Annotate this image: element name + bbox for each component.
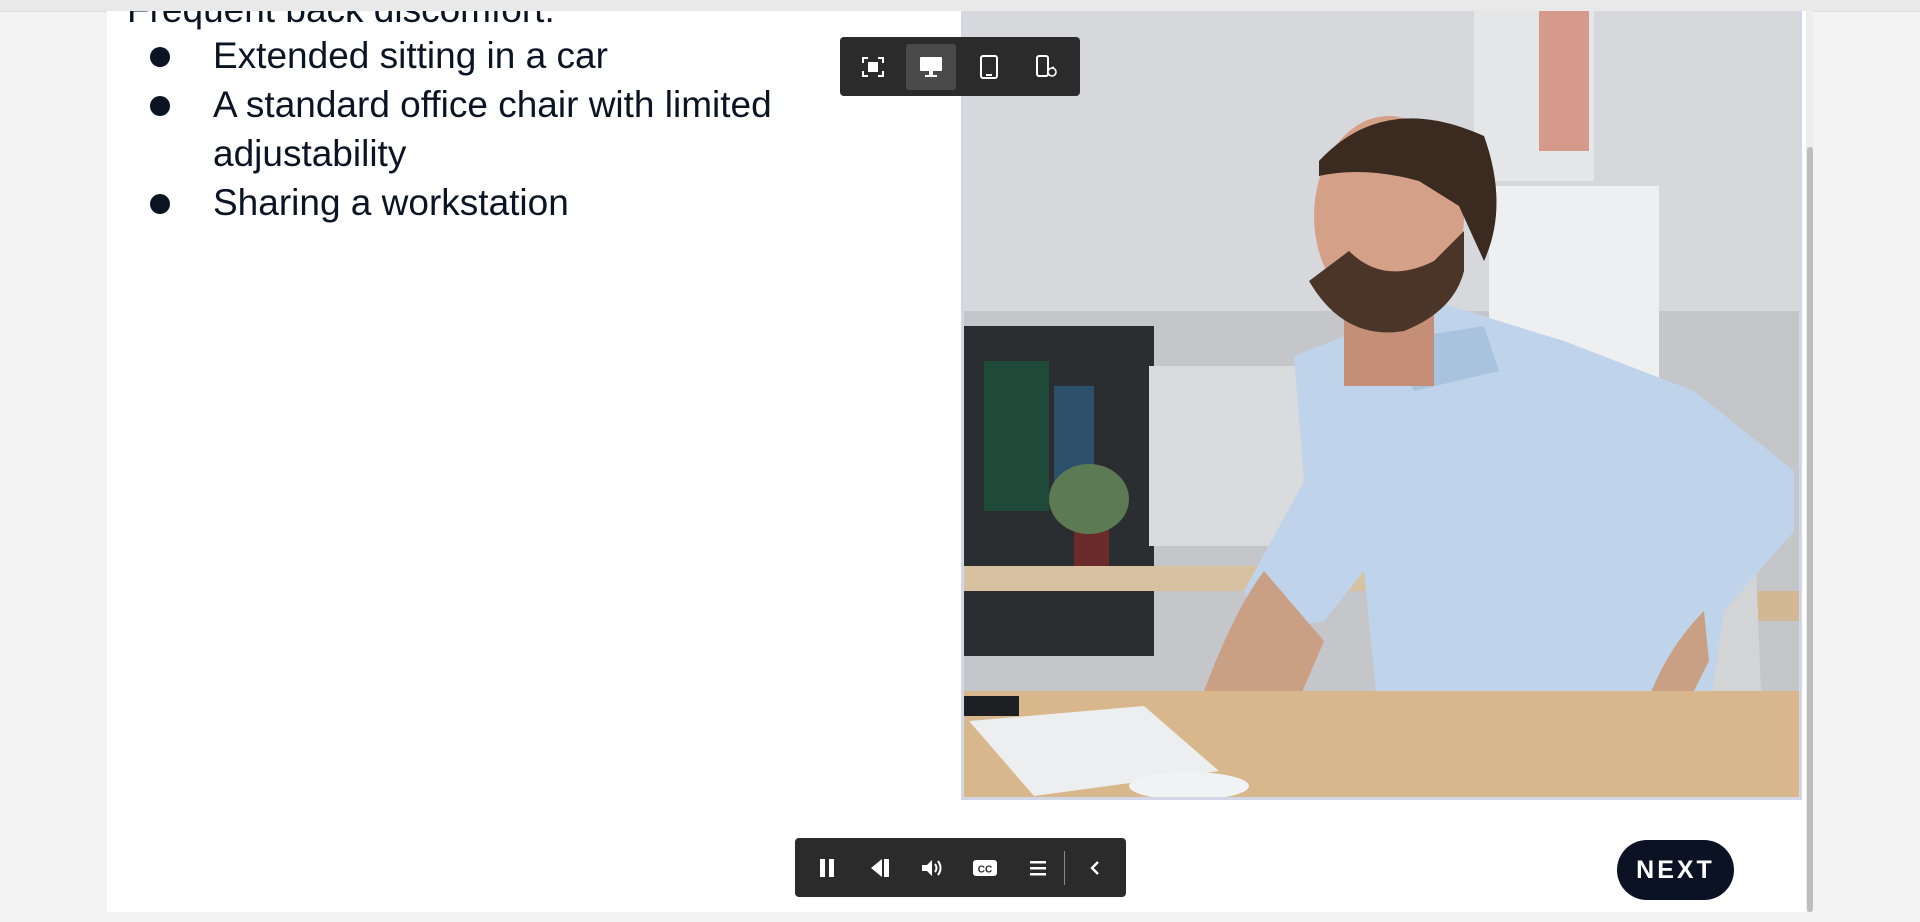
office-back-pain-photo xyxy=(961,11,1802,800)
next-button[interactable]: NEXT xyxy=(1617,840,1734,900)
desktop-view-button[interactable] xyxy=(906,43,956,90)
slide-canvas: Frequent back discomfort: Extended sitti… xyxy=(107,11,1806,912)
collapse-chevron-icon xyxy=(1090,860,1099,875)
fit-screen-button[interactable] xyxy=(848,44,898,90)
volume-button[interactable] xyxy=(910,845,954,891)
replay-button[interactable] xyxy=(858,845,902,891)
bullet-item: A standard office chair with limited adj… xyxy=(147,80,927,178)
mobile-rotate-view-button[interactable] xyxy=(1022,44,1072,90)
mobile-rotate-icon xyxy=(1036,54,1057,77)
replay-icon xyxy=(870,858,889,877)
controls-divider xyxy=(1064,850,1066,885)
cc-label: CC xyxy=(978,864,992,875)
device-preview-toolbar xyxy=(840,37,1080,96)
collapse-button[interactable] xyxy=(1073,845,1117,891)
pause-button[interactable] xyxy=(805,845,849,891)
bullet-text: Sharing a workstation xyxy=(213,182,569,223)
scrollbar-thumb[interactable] xyxy=(1807,147,1813,912)
pause-icon xyxy=(819,858,834,877)
bullet-item: Extended sitting in a car xyxy=(147,31,927,80)
closed-captions-icon: CC xyxy=(972,859,997,876)
tablet-icon xyxy=(980,54,998,79)
cut-off-heading-text: Frequent back discomfort: xyxy=(127,11,555,31)
desktop-icon xyxy=(920,56,942,77)
bullet-dot-icon xyxy=(150,96,170,116)
bullet-dot-icon xyxy=(150,47,170,67)
closed-captions-button[interactable]: CC xyxy=(963,845,1007,891)
bullet-item: Sharing a workstation xyxy=(147,178,927,227)
bullet-text: A standard office chair with limited adj… xyxy=(213,84,772,174)
tablet-view-button[interactable] xyxy=(964,44,1014,90)
menu-icon xyxy=(1029,860,1046,875)
bullet-text: Extended sitting in a car xyxy=(213,35,608,76)
volume-icon xyxy=(922,859,942,876)
player-controls: CC xyxy=(795,838,1126,897)
bullet-dot-icon xyxy=(150,194,170,214)
photo-illustration xyxy=(964,11,1799,797)
bullet-list: Extended sitting in a car A standard off… xyxy=(147,31,927,227)
fit-screen-icon xyxy=(862,56,884,77)
menu-button[interactable] xyxy=(1016,845,1060,891)
